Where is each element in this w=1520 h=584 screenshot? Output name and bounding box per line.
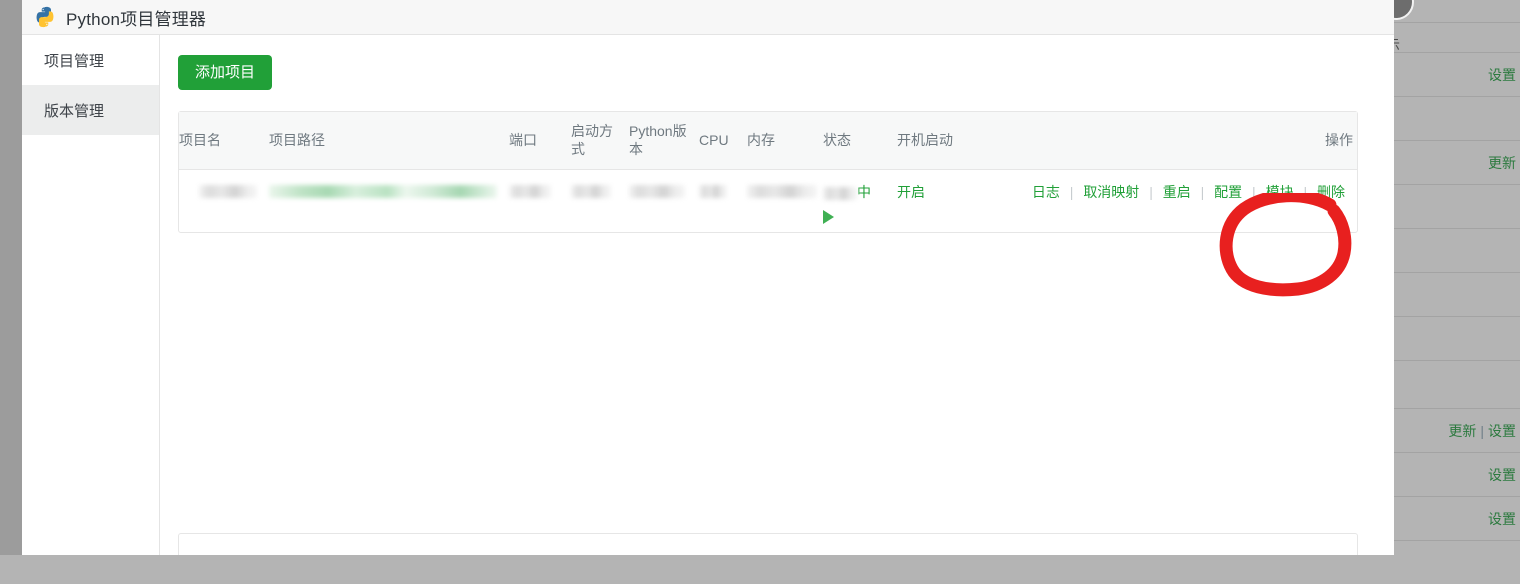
redacted-value <box>699 185 727 198</box>
background-row: 设置 <box>1380 52 1520 96</box>
column-header-boot: 开机启动 <box>897 124 971 158</box>
sidebar-item-version-management[interactable]: 版本管理 <box>22 85 159 135</box>
background-settings-link[interactable]: 设置 <box>1488 465 1516 485</box>
redacted-value <box>509 185 551 198</box>
op-separator: | <box>1149 184 1153 200</box>
background-update-link[interactable]: 更新 <box>1448 421 1476 441</box>
background-separator: | <box>1480 423 1484 439</box>
column-header-cpu: CPU <box>699 124 747 158</box>
column-header-path: 项目路径 <box>269 124 509 158</box>
op-link-log[interactable]: 日志 <box>1032 184 1060 200</box>
python-logo-icon <box>34 6 56 28</box>
cell-project-name <box>179 182 269 198</box>
project-table: 项目名 项目路径 端口 启动方式 Python版本 CPU 内存 状态 开机启动… <box>178 111 1358 233</box>
play-icon[interactable] <box>823 210 834 224</box>
op-link-cancel-mapping[interactable]: 取消映射 <box>1083 184 1139 200</box>
op-link-restart[interactable]: 重启 <box>1163 184 1191 200</box>
app-body: 项目管理 版本管理 添加项目 项目名 项目路径 端口 启动方式 Python版本… <box>22 35 1394 555</box>
cell-launch-mode <box>571 182 629 198</box>
op-separator: | <box>1201 184 1205 200</box>
cell-python-version <box>629 182 699 198</box>
column-header-python-version: Python版本 <box>629 115 699 167</box>
sidebar-item-label: 版本管理 <box>44 100 104 121</box>
background-settings-link[interactable]: 设置 <box>1488 509 1516 529</box>
background-row <box>1380 272 1520 316</box>
cell-status: 中 <box>823 182 897 224</box>
cell-cpu <box>699 182 747 198</box>
cell-boot-startup[interactable]: 开启 <box>897 182 971 202</box>
background-row <box>1380 96 1520 140</box>
background-right-panel: 示 设置 更新 更新 | 设置 设置 设置 <box>1380 0 1520 555</box>
op-separator: | <box>1303 184 1307 200</box>
background-settings-link[interactable]: 设置 <box>1488 421 1516 441</box>
sidebar-item-label: 项目管理 <box>44 50 104 71</box>
redacted-value <box>823 187 857 200</box>
background-row: 设置 <box>1380 496 1520 540</box>
sidebar-item-project-management[interactable]: 项目管理 <box>22 35 159 85</box>
note-card: 管理器默认使用pip安装项目根目录requirements.txt中的模块，如有… <box>178 533 1358 555</box>
app-title: Python项目管理器 <box>66 5 206 30</box>
sidebar: 项目管理 版本管理 <box>22 35 160 555</box>
background-row: 更新 <box>1380 140 1520 184</box>
cell-port <box>509 182 571 198</box>
redacted-value <box>199 185 257 198</box>
main-content: 添加项目 项目名 项目路径 端口 启动方式 Python版本 CPU 内存 状态… <box>160 35 1394 555</box>
background-row <box>1380 184 1520 228</box>
op-link-config[interactable]: 配置 <box>1214 184 1242 200</box>
app-window: Python项目管理器 项目管理 版本管理 添加项目 项目名 项目路径 端口 启… <box>22 0 1394 555</box>
redacted-value <box>269 185 497 198</box>
background-left-strip <box>0 0 22 555</box>
op-link-delete[interactable]: 删除 <box>1317 184 1345 200</box>
redacted-value <box>629 185 685 198</box>
background-row <box>1380 228 1520 272</box>
status-badge: 中 <box>857 184 871 200</box>
background-settings-link[interactable]: 设置 <box>1488 65 1516 85</box>
background-row <box>1380 540 1520 584</box>
background-update-link[interactable]: 更新 <box>1488 153 1516 173</box>
redacted-value <box>747 185 817 198</box>
redacted-value <box>571 185 611 198</box>
app-header: Python项目管理器 <box>22 0 1394 35</box>
op-separator: | <box>1252 184 1256 200</box>
cell-project-path[interactable] <box>269 182 509 198</box>
column-header-memory: 内存 <box>747 124 823 158</box>
column-header-name: 项目名 <box>179 124 269 158</box>
op-link-modules[interactable]: 模块 <box>1266 184 1294 200</box>
background-row <box>1380 316 1520 360</box>
op-separator: | <box>1070 184 1074 200</box>
cell-operations: 日志 | 取消映射 | 重启 | 配置 | 模块 | 删除 <box>971 182 1357 202</box>
column-header-status: 状态 <box>823 124 897 158</box>
cell-memory <box>747 182 823 198</box>
table-header-row: 项目名 项目路径 端口 启动方式 Python版本 CPU 内存 状态 开机启动… <box>179 112 1357 170</box>
background-row: 更新 | 设置 <box>1380 408 1520 452</box>
table-row: 中 开启 日志 | 取消映射 | 重启 | 配置 | 模块 | <box>179 170 1357 232</box>
column-header-port: 端口 <box>509 124 571 158</box>
background-row <box>1380 360 1520 404</box>
add-project-button[interactable]: 添加项目 <box>178 55 272 90</box>
column-header-operations: 操作 <box>971 124 1357 158</box>
column-header-launch: 启动方式 <box>571 115 629 167</box>
background-row: 设置 <box>1380 452 1520 496</box>
